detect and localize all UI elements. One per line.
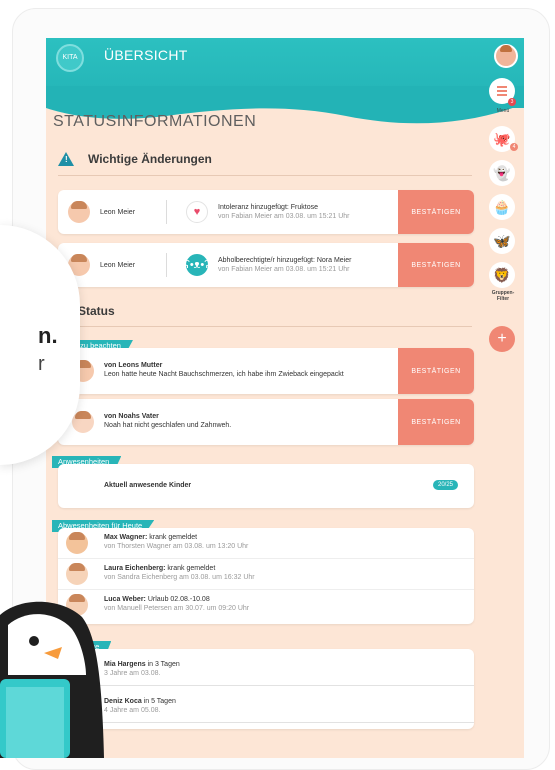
- important-heading-text: Wichtige Änderungen: [88, 152, 212, 166]
- change-text: Abholberechtigte/r hinzugefügt: Nora Mei…: [218, 257, 352, 264]
- overlay-text: n.: [38, 323, 58, 348]
- right-sidebar: 3 Menü 🐙 4 👻 🧁 🦋 🦁 Gruppen- Filter +: [482, 78, 524, 758]
- page-title: STATUSINFORMATIONEN: [53, 113, 257, 130]
- note-text: Noah hat nicht geschlafen und Zahnweh.: [104, 422, 232, 429]
- kita-logo: KITA: [56, 44, 84, 72]
- note-card: von Leons Mutter Leon hatte heute Nacht …: [58, 348, 474, 394]
- change-meta: von Fabian Meier am 03.08. um 15:21 Uhr: [218, 266, 350, 273]
- confirm-button[interactable]: BESTÄTIGEN: [398, 243, 474, 287]
- child-name: Leon Meier: [100, 209, 136, 216]
- cake-group-icon[interactable]: 🧁: [489, 194, 515, 220]
- overlay-text: r: [38, 353, 45, 375]
- birthday-when: in 3 Tagen: [145, 661, 180, 668]
- list-item[interactable]: Max Wagner: krank gemeldet von Thorsten …: [58, 528, 474, 559]
- note-card: von Noahs Vater Noah hat nicht geschlafe…: [58, 399, 474, 445]
- list-item[interactable]: Mia Hargens in 3 Tagen 3 Jahre am 03.08.: [58, 649, 474, 686]
- birthday-age: 3 Jahre am 03.08.: [104, 670, 161, 677]
- ghost-group-icon[interactable]: 👻: [489, 160, 515, 186]
- important-heading: ! Wichtige Änderungen: [58, 152, 212, 166]
- confirm-button[interactable]: BESTÄTIGEN: [398, 348, 474, 394]
- child-avatar: [72, 411, 94, 433]
- divider: [166, 200, 167, 224]
- menu-label: Menü: [496, 108, 510, 114]
- group-filter-label: Gruppen- Filter: [491, 290, 515, 302]
- birthday-age: 4 Jahre am 05.08.: [104, 707, 161, 714]
- divider: [58, 175, 472, 176]
- birthday-name: Mia Hargens: [104, 661, 146, 668]
- warning-icon: !: [58, 152, 74, 166]
- lion-group-icon[interactable]: 🦁: [489, 262, 515, 288]
- add-button[interactable]: +: [489, 326, 515, 352]
- absence-name: Max Wagner:: [104, 534, 148, 541]
- absence-reason: krank gemeldet: [165, 565, 216, 572]
- divider: [58, 326, 472, 327]
- status-heading-text: Status: [78, 304, 115, 318]
- change-meta: von Fabian Meier am 03.08. um 15:21 Uhr: [218, 213, 350, 220]
- important-card: Leon Meier ʕ•ᴥ•ʔ Abholberechtigte/r hinz…: [58, 243, 474, 287]
- confirm-button[interactable]: BESTÄTIGEN: [398, 190, 474, 234]
- group-badge: 4: [510, 143, 518, 151]
- child-avatar: [66, 563, 88, 585]
- menu-badge: 3: [508, 98, 516, 106]
- birthday-list: Mia Hargens in 3 Tagen 3 Jahre am 03.08.…: [58, 649, 474, 729]
- change-text: Intoleranz hinzugefügt: Fruktose: [218, 204, 319, 211]
- attendance-card[interactable]: Aktuell anwesende Kinder 20/25: [58, 464, 474, 508]
- list-item[interactable]: Deniz Koca in 5 Tagen 4 Jahre am 05.08.: [58, 686, 474, 723]
- important-card: Leon Meier ♥ Intoleranz hinzugefügt: Fru…: [58, 190, 474, 234]
- divider: [166, 253, 167, 277]
- app-screen: KITA ÜBERSICHT STATUSINFORMATIONEN ! Wic…: [46, 38, 524, 758]
- confirm-button[interactable]: BESTÄTIGEN: [398, 399, 474, 445]
- absence-meta: von Manuell Petersen am 30.07. um 09:20 …: [104, 605, 250, 612]
- note-text: Leon hatte heute Nacht Bauchschmerzen, i…: [104, 371, 344, 378]
- bear-icon: ʕ•ᴥ•ʔ: [184, 254, 210, 276]
- child-name: Leon Meier: [100, 262, 136, 269]
- penguin-mascot: [0, 601, 104, 758]
- butterfly-group-icon[interactable]: 🦋: [489, 228, 515, 254]
- child-avatar: [68, 201, 90, 223]
- user-avatar[interactable]: [494, 44, 518, 68]
- heart-icon: ♥: [186, 201, 208, 223]
- list-item[interactable]: Luca Weber: Urlaub 02.08.-10.08 von Manu…: [58, 590, 474, 620]
- absence-meta: von Thorsten Wagner am 03.08. um 13:20 U…: [104, 543, 249, 550]
- app-title: ÜBERSICHT: [104, 47, 188, 63]
- absence-name: Laura Eichenberg:: [104, 565, 166, 572]
- absence-list: Max Wagner: krank gemeldet von Thorsten …: [58, 528, 474, 624]
- absence-reason: Urlaub 02.08.-10.08: [145, 596, 210, 603]
- absence-meta: von Sandra Eichenberg am 03.08. um 16:32…: [104, 574, 255, 581]
- list-item[interactable]: Laura Eichenberg: krank gemeldet von San…: [58, 559, 474, 590]
- birthday-when: in 5 Tagen: [141, 698, 176, 705]
- child-avatar: [66, 532, 88, 554]
- note-title: von Leons Mutter: [104, 362, 163, 369]
- attendance-label: Aktuell anwesende Kinder: [104, 482, 192, 489]
- note-title: von Noahs Vater: [104, 413, 159, 420]
- absence-name: Luca Weber:: [104, 596, 146, 603]
- absence-reason: krank gemeldet: [147, 534, 198, 541]
- attendance-count-badge: 20/25: [432, 480, 458, 490]
